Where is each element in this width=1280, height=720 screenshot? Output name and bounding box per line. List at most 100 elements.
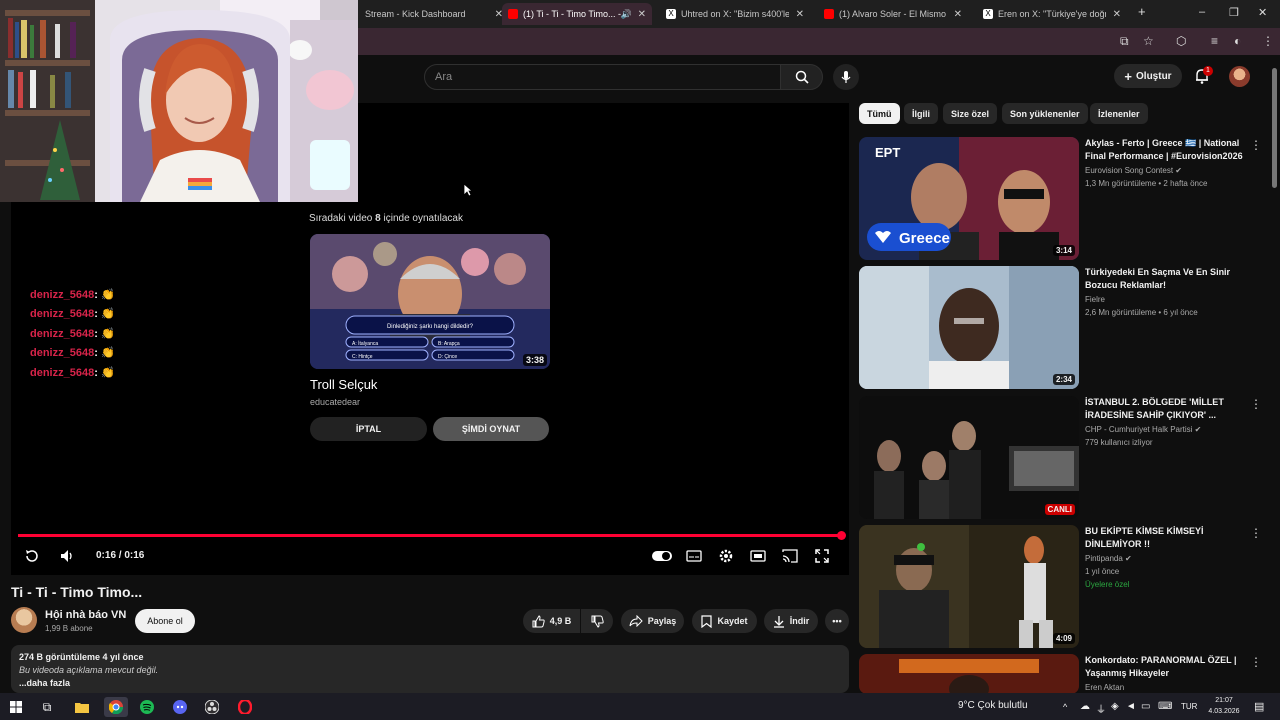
more-vert-icon[interactable]: ⋮ [1250,655,1262,669]
speaker-icon[interactable]: 🔊 [621,9,632,20]
tab-x-uhtred[interactable]: X Uhtred on X: "Bizim s400'ler hiç ✕ [660,3,810,25]
restore-button[interactable]: ❐ [1229,6,1239,19]
show-more-link[interactable]: ...daha fazla [19,678,70,688]
dislike-button[interactable] [581,609,613,633]
voice-search-button[interactable] [833,64,859,90]
weather-widget[interactable]: 9°C Çok bulutlu [958,700,1028,711]
subtitles-button[interactable] [685,547,703,565]
tab-kick-dashboard[interactable]: Stream - Kick Dashboard ✕ [359,3,509,25]
recommendation-title[interactable]: Konkordato: PARANORMAL ÖZEL | Yaşanmış H… [1085,654,1245,680]
volume-button[interactable] [58,547,76,565]
autoplay-toggle[interactable] [652,547,672,565]
recommendation-channel[interactable]: Pintipanda ✔ [1085,554,1132,563]
cast-button[interactable] [781,547,799,565]
chrome-icon[interactable] [104,697,128,717]
tab-close-icon[interactable]: ✕ [638,9,646,20]
cancel-autoplay-button[interactable]: İPTAL [310,417,427,441]
chat-message: denizz_5648: 👏 [30,307,115,320]
download-button[interactable]: İndir [764,609,818,633]
progress-scrubber[interactable] [837,531,846,540]
like-button[interactable]: 4,9 B [523,609,580,633]
recommendation-thumbnail[interactable]: EPT Greece 3:14 [859,137,1079,260]
channel-avatar[interactable] [11,607,37,633]
browser-menu-icon[interactable]: ⋮ [1262,34,1274,48]
tab-x-eren[interactable]: X Eren on X: "Türkiye'ye doğru gel ✕ [977,3,1127,25]
network-icon[interactable]: ◈ [1111,701,1119,712]
profile-icon[interactable]: ◐ [1234,34,1241,48]
chat-separator: : [94,289,98,301]
miniplayer-button[interactable] [749,547,767,565]
tab-close-icon[interactable]: ✕ [1113,9,1121,20]
recommendation-title[interactable]: Türkiyedeki En Saçma Ve En Sinir Bozucu … [1085,266,1245,292]
tab-youtube-alvaro[interactable]: (1) Alvaro Soler - El Mismo Sol ✕ [818,3,968,25]
obs-icon[interactable] [202,697,222,717]
recommendation-title[interactable]: İSTANBUL 2. BÖLGEDE 'MİLLET İRADESİNE SA… [1085,396,1245,422]
more-actions-button[interactable]: ••• [825,609,849,633]
input-language[interactable]: TUR [1181,702,1197,711]
tab-close-icon[interactable]: ✕ [796,9,804,20]
recommendation-thumbnail[interactable] [859,654,1079,694]
more-vert-icon[interactable]: ⋮ [1250,526,1262,540]
chip-all[interactable]: Tümü [859,103,900,124]
next-video-thumbnail[interactable]: Dinlediğiniz şarkı hangi dildedir? A: İt… [310,234,550,369]
keyboard-icon[interactable]: ⌨ [1158,701,1172,712]
chip-recently-uploaded[interactable]: Son yüklenenler [1002,103,1088,124]
more-vert-icon[interactable]: ⋮ [1250,397,1262,411]
onedrive-icon[interactable]: ☁ [1080,701,1090,712]
progress-bar[interactable] [18,534,842,537]
chip-related[interactable]: İlgili [904,103,938,124]
recommendation-thumbnail[interactable]: CANLI [859,396,1079,519]
close-window-button[interactable]: ✕ [1258,6,1267,19]
save-button[interactable]: Kaydet [692,609,757,633]
file-explorer-icon[interactable] [72,697,92,717]
recommendation-title[interactable]: BU EKİPTE KİMSE KİMSEYİ DİNLEMİYOR !! [1085,525,1245,551]
task-view-icon[interactable]: ⧉ [37,697,57,717]
cast-icon[interactable]: ⧉ [1120,34,1129,49]
next-video-channel[interactable]: educatedear [310,397,360,407]
recommendation-channel[interactable]: Fielre [1085,295,1105,304]
subscribe-button[interactable]: Abone ol [135,609,195,633]
new-tab-button[interactable]: + [1138,4,1146,19]
chevron-up-icon[interactable]: ^ [1063,702,1067,712]
share-button[interactable]: Paylaş [621,609,684,633]
channel-name[interactable]: Hội nhà báo VN [45,609,126,621]
notification-center-icon[interactable]: ▤ [1254,700,1264,713]
more-vert-icon[interactable]: ⋮ [1250,138,1262,152]
chip-for-you[interactable]: Size özel [943,103,998,124]
reading-list-icon[interactable]: ≡ [1211,34,1218,48]
recommendation-channel[interactable]: CHP - Cumhuriyet Halk Partisi ✔ [1085,425,1201,434]
search-input[interactable]: Ara [424,64,781,90]
recommendation-thumbnail[interactable]: 4:09 [859,525,1079,648]
volume-tray-icon[interactable]: ◄ [1126,701,1136,712]
usb-icon[interactable]: ⏚ [1096,701,1106,716]
bookmark-star-icon[interactable]: ☆ [1143,34,1154,48]
tab-youtube-active[interactable]: (1) Ti - Ti - Timo Timo... - YouTube 🔊 ✕ [502,3,652,25]
battery-icon[interactable]: ▭ [1141,701,1150,712]
spotify-icon[interactable] [137,697,157,717]
chat-message: denizz_5648: 👏 [30,327,115,340]
share-icon [629,615,643,627]
create-button[interactable]: + Oluştur [1114,64,1182,88]
recommendation-thumbnail[interactable]: 2:34 [859,266,1079,389]
next-video-title[interactable]: Troll Selçuk [310,377,377,392]
play-now-button[interactable]: ŞİMDİ OYNAT [433,417,549,441]
discord-icon[interactable] [170,697,190,717]
account-avatar[interactable] [1229,66,1250,87]
tab-close-icon[interactable]: ✕ [954,9,962,20]
chip-watched[interactable]: İzlenenler [1090,103,1148,124]
extensions-icon[interactable]: ⬡ [1176,34,1186,48]
recommendation-channel[interactable]: Eurovision Song Contest ✔ [1085,166,1182,175]
recommendation-title[interactable]: Akylas - Ferto | Greece 🇬🇷 | National Fi… [1085,137,1245,163]
windows-start-icon[interactable] [6,697,26,717]
page-scrollbar[interactable] [1272,68,1277,188]
search-button[interactable] [780,64,823,90]
fullscreen-button[interactable] [813,547,831,565]
replay-button[interactable] [23,547,41,565]
recommendation-meta: 1,3 Mn görüntüleme • 2 hafta önce [1085,179,1208,188]
settings-button[interactable] [717,547,735,565]
minimize-button[interactable]: – [1199,6,1205,18]
opera-icon[interactable] [235,697,255,717]
mouse-cursor-icon [463,183,473,197]
recommendation-channel[interactable]: Eren Aktan [1085,683,1124,692]
system-clock[interactable]: 21:07 4.03.2026 [1204,695,1244,717]
